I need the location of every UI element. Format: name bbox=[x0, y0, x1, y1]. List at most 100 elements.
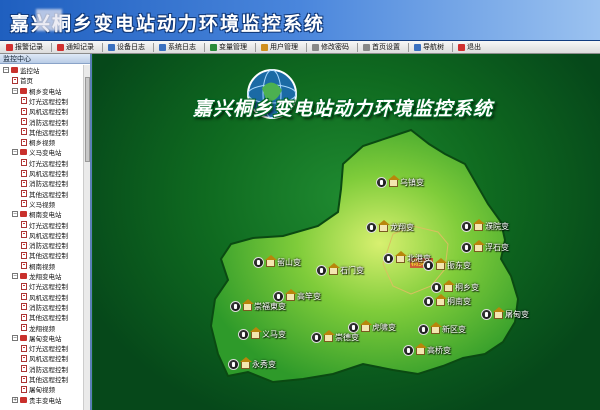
tree-node-station[interactable]: − 桐乡变电站 bbox=[12, 86, 62, 96]
tree-node-label: 龙翔变电站 bbox=[29, 273, 62, 281]
substation-icon bbox=[242, 298, 254, 311]
substation-icon bbox=[430, 321, 442, 334]
page-icon bbox=[21, 262, 27, 270]
station-marker[interactable]: 义马变 bbox=[238, 326, 286, 340]
toolbar-button[interactable]: 系统日志 bbox=[159, 42, 196, 52]
toolbar-button[interactable]: 导航树 bbox=[414, 42, 444, 52]
station-marker[interactable]: 乌镇变 bbox=[376, 174, 424, 188]
tree-node-page[interactable]: 龙翔视频 bbox=[21, 323, 55, 333]
station-marker[interactable]: 屠甸变 bbox=[481, 306, 529, 320]
station-marker[interactable]: 濮院变 bbox=[461, 218, 509, 232]
tree-node-label: 首页 bbox=[20, 77, 33, 86]
tree-node-page[interactable]: 灯光远程控制 bbox=[21, 220, 68, 230]
tree-node-label: 消防远程控制 bbox=[29, 180, 68, 189]
station-marker[interactable]: 石门变 bbox=[316, 262, 364, 276]
toolbar-button[interactable]: 变量管理 bbox=[210, 42, 247, 52]
substation-icon bbox=[493, 306, 505, 319]
tree-node-page[interactable]: 义马视频 bbox=[21, 199, 55, 209]
collapse-icon[interactable]: − bbox=[12, 334, 18, 341]
station-name: 高桥变 bbox=[427, 346, 451, 355]
tree-node-station[interactable]: − 龙翔变电站 bbox=[12, 271, 62, 281]
substation-icon bbox=[328, 262, 340, 275]
station-name: 屠甸变 bbox=[505, 310, 529, 319]
station-marker[interactable]: 留山变 bbox=[253, 254, 301, 268]
station-marker[interactable]: 桐乡变 bbox=[431, 279, 479, 293]
toolbar-button[interactable]: 修改密码 bbox=[312, 42, 349, 52]
toolbar-button[interactable]: 退出 bbox=[458, 42, 481, 52]
station-marker[interactable]: 浮石变 bbox=[461, 239, 509, 253]
tree-node-page[interactable]: 其他远程控制 bbox=[21, 189, 68, 199]
toolbar-button[interactable]: 首页设置 bbox=[363, 42, 400, 52]
station-marker[interactable]: 桐南变 bbox=[423, 293, 471, 307]
tree-node-page[interactable]: 其他远程控制 bbox=[21, 374, 68, 384]
station-name: 桐南变 bbox=[447, 297, 471, 306]
folder-icon bbox=[11, 67, 18, 73]
toolbar-button-label: 导航树 bbox=[423, 43, 444, 51]
toolbar-button[interactable]: 报警记录 bbox=[6, 42, 43, 52]
tree-node-station[interactable]: − 监控站 bbox=[3, 65, 40, 75]
tree-node-page[interactable]: 消防远程控制 bbox=[21, 117, 68, 127]
toolbar-button-label: 首页设置 bbox=[372, 43, 400, 51]
collapse-icon[interactable]: − bbox=[12, 87, 18, 94]
tree-node-page[interactable]: 灯光远程控制 bbox=[21, 158, 68, 168]
tree-node-page[interactable]: 消防远程控制 bbox=[21, 302, 68, 312]
tree-node-station[interactable]: + 贵丰变电站 bbox=[12, 395, 62, 405]
tree-node-page[interactable]: 灯光远程控制 bbox=[21, 96, 68, 106]
tree-node-station[interactable]: − 桐南变电站 bbox=[12, 209, 62, 219]
tree-node-label: 其他远程控制 bbox=[29, 314, 68, 323]
toolbar-separator bbox=[452, 42, 453, 52]
sidebar: 监控中心 − 监控站 首页 − 桐乡变电站 灯光远程控制 风机远程控制 消防远程控制 其他远程控… bbox=[0, 54, 92, 410]
station-marker[interactable]: 崇福東变 bbox=[230, 298, 286, 312]
expand-icon[interactable]: + bbox=[12, 396, 18, 403]
tree-node-page[interactable]: 其他远程控制 bbox=[21, 312, 68, 322]
tree-node-page[interactable]: 桐乡视频 bbox=[21, 137, 55, 147]
substation-icon bbox=[378, 219, 390, 232]
station-marker[interactable]: 新区变 bbox=[418, 321, 466, 335]
tree-node-page[interactable]: 风机远程控制 bbox=[21, 292, 68, 302]
tree-node-page[interactable]: 消防远程控制 bbox=[21, 178, 68, 188]
station-pin-icon bbox=[230, 301, 241, 312]
tree-node-page[interactable]: 屠甸视频 bbox=[21, 384, 55, 394]
tree-node-label: 桐南视频 bbox=[29, 262, 55, 271]
page-icon bbox=[21, 118, 27, 125]
station-marker[interactable]: 永秀变 bbox=[228, 356, 276, 370]
station-name: 崇福東变 bbox=[254, 302, 286, 311]
tree-node-station[interactable]: − 屠甸变电站 bbox=[12, 333, 62, 343]
station-marker[interactable]: 崇德变 bbox=[311, 329, 359, 343]
banner-title: 嘉兴桐乡变电站动力环境监控系统 bbox=[193, 98, 494, 120]
tree-node-page[interactable]: 其他远程控制 bbox=[21, 127, 68, 137]
tree-node-page[interactable]: 风机远程控制 bbox=[21, 168, 68, 178]
tree-node-label: 义马视频 bbox=[29, 200, 55, 209]
tree-node-label: 桐南变电站 bbox=[29, 211, 62, 220]
collapse-icon[interactable]: − bbox=[12, 149, 18, 156]
toolbar-button[interactable]: 通知记录 bbox=[57, 42, 94, 52]
toolbar-button[interactable]: 设备日志 bbox=[108, 42, 145, 52]
tree-node-page[interactable]: 灯光远程控制 bbox=[21, 281, 68, 291]
tree-node-page[interactable]: 其他远程控制 bbox=[21, 250, 68, 260]
tree-node-page[interactable]: 消防远程控制 bbox=[21, 240, 68, 250]
tree-node-page[interactable]: 消防远程控制 bbox=[21, 364, 68, 374]
page-icon bbox=[21, 221, 27, 228]
station-marker[interactable]: 高桥变 bbox=[403, 342, 451, 356]
tree-node-page[interactable]: 风机远程控制 bbox=[21, 353, 68, 363]
collapse-icon[interactable]: − bbox=[12, 211, 18, 218]
scrollbar-thumb[interactable] bbox=[85, 77, 90, 162]
tree-node-page[interactable]: 风机远程控制 bbox=[21, 230, 68, 240]
tree-node-page[interactable]: 首页 bbox=[12, 75, 33, 85]
sidebar-scrollbar[interactable] bbox=[83, 65, 90, 410]
station-pin-icon bbox=[253, 257, 264, 268]
toolbar-separator bbox=[51, 42, 52, 52]
collapse-icon[interactable]: − bbox=[12, 273, 18, 279]
title-bar: 嘉兴桐乡变电站动力环境监控系统 bbox=[0, 0, 600, 41]
collapse-icon[interactable]: − bbox=[3, 67, 9, 73]
tree-node-page[interactable]: 灯光远程控制 bbox=[21, 343, 68, 353]
tree-node-label: 消防远程控制 bbox=[29, 303, 68, 312]
station-marker[interactable]: 振东变 bbox=[423, 257, 471, 271]
toolbar-button[interactable]: 用户管理 bbox=[261, 42, 298, 52]
tree-node-station[interactable]: − 义马变电站 bbox=[12, 147, 62, 157]
toolbar-separator bbox=[153, 42, 154, 52]
tree-node-page[interactable]: 桐南视频 bbox=[21, 261, 55, 271]
station-marker[interactable]: 龙翔变 bbox=[366, 219, 414, 233]
tree-node-page[interactable]: 风机远程控制 bbox=[21, 106, 68, 116]
tree-node-label: 其他远程控制 bbox=[29, 252, 68, 261]
